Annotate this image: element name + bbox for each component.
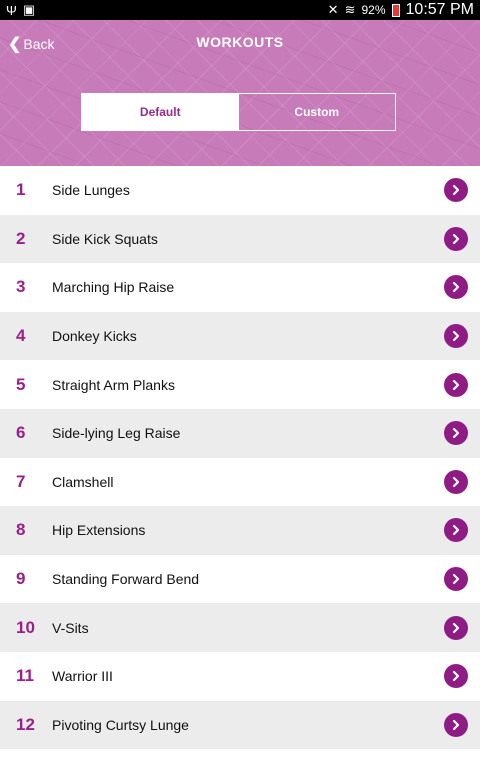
workout-name: Pivoting Curtsy Lunge: [52, 716, 189, 733]
chevron-right-circle-icon[interactable]: [444, 712, 468, 737]
chevron-right-circle-icon[interactable]: [444, 469, 468, 494]
page-title: WORKOUTS: [196, 34, 284, 50]
workout-name: Side Kick Squats: [52, 230, 158, 247]
workout-number: 10: [16, 617, 35, 637]
chevron-right-circle-icon[interactable]: [444, 421, 468, 446]
workout-number: 6: [16, 423, 26, 443]
usb-icon: Ψ: [6, 2, 17, 18]
list-item[interactable]: 3 Marching Hip Raise: [0, 263, 480, 312]
status-left: Ψ ▣: [6, 2, 35, 18]
clock: 10:57 PM: [405, 1, 474, 18]
workout-name: Standing Forward Bend: [52, 571, 200, 588]
workout-name: Straight Arm Planks: [52, 376, 175, 393]
workout-number: 12: [16, 714, 35, 734]
chevron-right-circle-icon[interactable]: [444, 178, 468, 203]
workout-number: 5: [16, 374, 26, 394]
header: ❮ Back WORKOUTS Default Custom: [0, 20, 480, 166]
chevron-right-circle-icon[interactable]: [444, 664, 468, 689]
list-item[interactable]: 9 Standing Forward Bend: [0, 554, 480, 604]
workout-name: Marching Hip Raise: [52, 279, 175, 296]
status-bar: Ψ ▣ ✕ ≋ 92% 10:57 PM: [0, 0, 480, 20]
workout-number: 3: [16, 277, 26, 297]
list-item[interactable]: 2 Side Kick Squats: [0, 214, 480, 264]
workout-number: 1: [16, 180, 26, 200]
list-item[interactable]: 4 Donkey Kicks: [0, 311, 480, 361]
list-item[interactable]: 5 Straight Arm Planks: [0, 360, 480, 409]
workout-name: Hip Extensions: [52, 522, 146, 539]
list-item[interactable]: 10 V-Sits: [0, 603, 480, 652]
workout-name: Side-lying Leg Raise: [52, 425, 181, 442]
workout-list: 1 Side Lunges 2 Side Kick Squats 3 Marching H…: [0, 166, 480, 750]
chevron-right-circle-icon[interactable]: [444, 226, 468, 251]
chevron-right-circle-icon[interactable]: [444, 324, 468, 349]
chevron-right-circle-icon[interactable]: [444, 518, 468, 543]
status-right: ✕ ≋ 92% 10:57 PM: [328, 1, 474, 19]
chevron-right-circle-icon[interactable]: [444, 567, 468, 592]
workout-name: Clamshell: [52, 473, 114, 490]
workout-name: V-Sits: [52, 619, 89, 636]
workout-number: 9: [16, 569, 26, 589]
battery-percent: 92%: [361, 3, 386, 17]
battery-icon: [391, 3, 400, 17]
workout-name: Side Lunges: [52, 182, 130, 199]
workout-number: 11: [16, 666, 34, 686]
tab-custom[interactable]: Custom: [239, 94, 396, 130]
workout-name: Donkey Kicks: [52, 328, 137, 345]
mute-icon: ✕: [327, 2, 339, 17]
wifi-icon: ≋: [344, 2, 356, 17]
workout-number: 7: [16, 471, 26, 491]
chevron-right-circle-icon[interactable]: [444, 275, 468, 300]
list-item[interactable]: 12 Pivoting Curtsy Lunge: [0, 700, 480, 750]
workout-name: Warrior III: [52, 668, 113, 685]
workout-type-toggle: Default Custom: [81, 93, 396, 131]
workout-number: 4: [16, 326, 26, 346]
workout-number: 2: [16, 228, 26, 248]
list-item[interactable]: 6 Side-lying Leg Raise: [0, 408, 480, 458]
chevron-right-circle-icon[interactable]: [444, 372, 468, 397]
list-item[interactable]: 11 Warrior III: [0, 651, 480, 701]
list-item[interactable]: 8 Hip Extensions: [0, 506, 480, 555]
list-item[interactable]: 1 Side Lunges: [0, 166, 480, 215]
chevron-right-circle-icon[interactable]: [444, 615, 468, 640]
tab-default[interactable]: Default: [82, 94, 239, 130]
workout-number: 8: [16, 520, 26, 540]
gallery-icon: ▣: [22, 2, 36, 17]
list-item[interactable]: 7 Clamshell: [0, 457, 480, 507]
